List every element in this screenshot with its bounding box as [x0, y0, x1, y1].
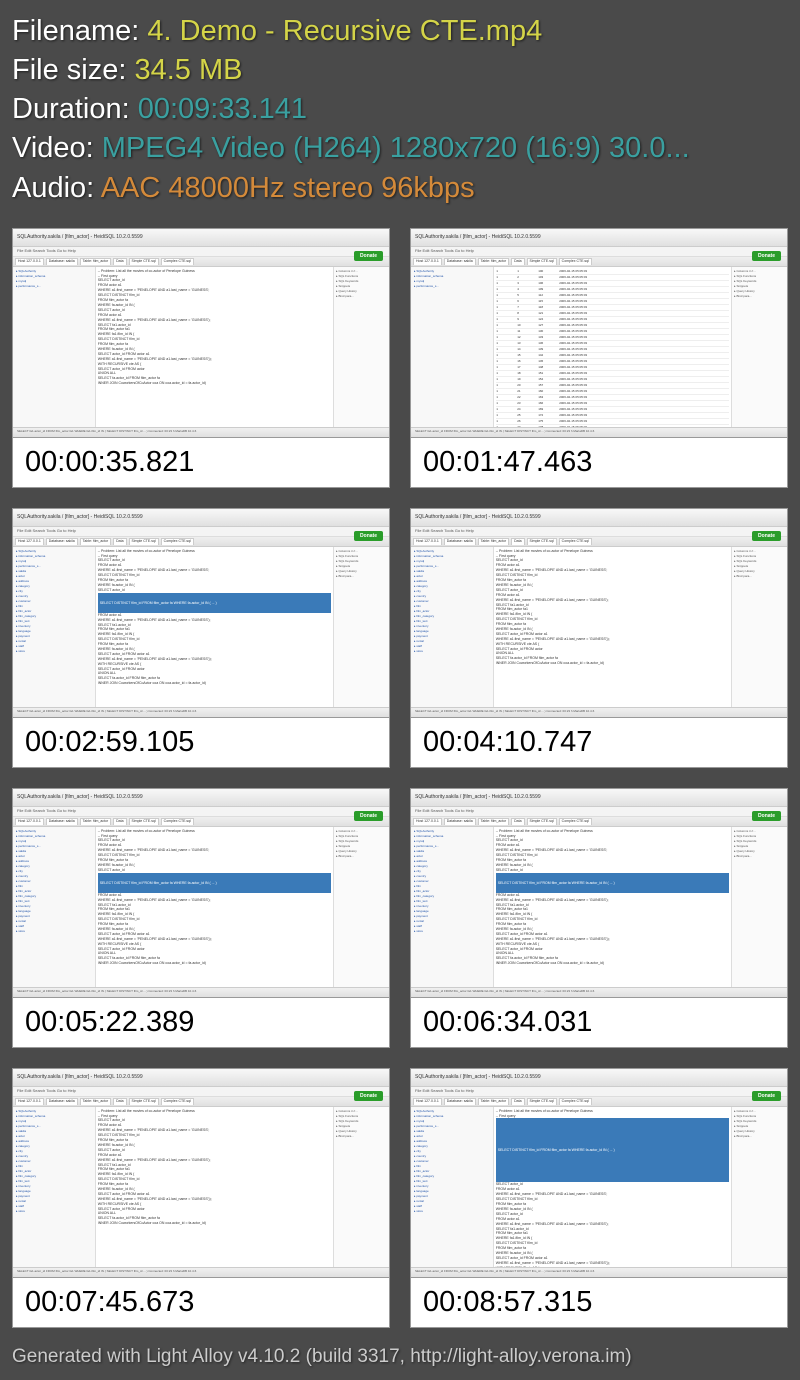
- audio-value: AAC 48000Hz stereo 96kbps: [101, 172, 475, 204]
- thumbnail-item: SQLAuthority.sakila / [film_actor] - Hei…: [12, 228, 390, 488]
- thumbnail-item: SQLAuthority.sakila / [film_actor] - Hei…: [410, 228, 788, 488]
- thumbnail-item: SQLAuthority.sakila / [film_actor] - Hei…: [410, 508, 788, 768]
- filename-label: Filename:: [12, 15, 147, 47]
- thumbnail-image: SQLAuthority.sakila / [film_actor] - Hei…: [12, 788, 390, 998]
- audio-label: Audio:: [12, 172, 101, 204]
- thumbnail-image: SQLAuthority.sakila / [film_actor] - Hei…: [410, 788, 788, 998]
- thumbnail-item: SQLAuthority.sakila / [film_actor] - Hei…: [12, 508, 390, 768]
- thumbnail-image: SQLAuthority.sakila / [film_actor] - Hei…: [12, 508, 390, 718]
- thumbnail-image: SQLAuthority.sakila / [film_actor] - Hei…: [12, 228, 390, 438]
- video-value: MPEG4 Video (H264) 1280x720 (16:9) 30.0.…: [102, 132, 690, 164]
- thumbnail-timestamp: 00:01:47.463: [410, 438, 788, 488]
- thumbnail-item: SQLAuthority.sakila / [film_actor] - Hei…: [410, 1068, 788, 1328]
- footer-text: Generated with Light Alloy v4.10.2 (buil…: [12, 1346, 788, 1368]
- thumbnail-timestamp: 00:08:57.315: [410, 1278, 788, 1328]
- thumbnail-image: SQLAuthority.sakila / [film_actor] - Hei…: [410, 1068, 788, 1278]
- thumbnail-image: SQLAuthority.sakila / [film_actor] - Hei…: [410, 508, 788, 718]
- duration-value: 00:09:33.141: [138, 93, 307, 125]
- filesize-value: 34.5 MB: [134, 54, 242, 86]
- video-row: Video: MPEG4 Video (H264) 1280x720 (16:9…: [12, 129, 788, 168]
- thumbnail-timestamp: 00:02:59.105: [12, 718, 390, 768]
- thumbnail-timestamp: 00:04:10.747: [410, 718, 788, 768]
- audio-row: Audio: AAC 48000Hz stereo 96kbps: [12, 169, 788, 208]
- filename-value: 4. Demo - Recursive CTE.mp4: [147, 15, 542, 47]
- thumbnail-image: SQLAuthority.sakila / [film_actor] - Hei…: [410, 228, 788, 438]
- thumbnail-item: SQLAuthority.sakila / [film_actor] - Hei…: [12, 1068, 390, 1328]
- thumbnail-timestamp: 00:06:34.031: [410, 998, 788, 1048]
- thumbnail-grid: SQLAuthority.sakila / [film_actor] - Hei…: [12, 228, 788, 1328]
- duration-row: Duration: 00:09:33.141: [12, 90, 788, 129]
- thumbnail-timestamp: 00:07:45.673: [12, 1278, 390, 1328]
- thumbnail-item: SQLAuthority.sakila / [film_actor] - Hei…: [12, 788, 390, 1048]
- metadata-header: Filename: 4. Demo - Recursive CTE.mp4 Fi…: [12, 12, 788, 208]
- thumbnail-timestamp: 00:00:35.821: [12, 438, 390, 488]
- video-label: Video:: [12, 132, 102, 164]
- filesize-label: File size:: [12, 54, 134, 86]
- filename-row: Filename: 4. Demo - Recursive CTE.mp4: [12, 12, 788, 51]
- duration-label: Duration:: [12, 93, 138, 125]
- filesize-row: File size: 34.5 MB: [12, 51, 788, 90]
- thumbnail-item: SQLAuthority.sakila / [film_actor] - Hei…: [410, 788, 788, 1048]
- thumbnail-image: SQLAuthority.sakila / [film_actor] - Hei…: [12, 1068, 390, 1278]
- thumbnail-timestamp: 00:05:22.389: [12, 998, 390, 1048]
